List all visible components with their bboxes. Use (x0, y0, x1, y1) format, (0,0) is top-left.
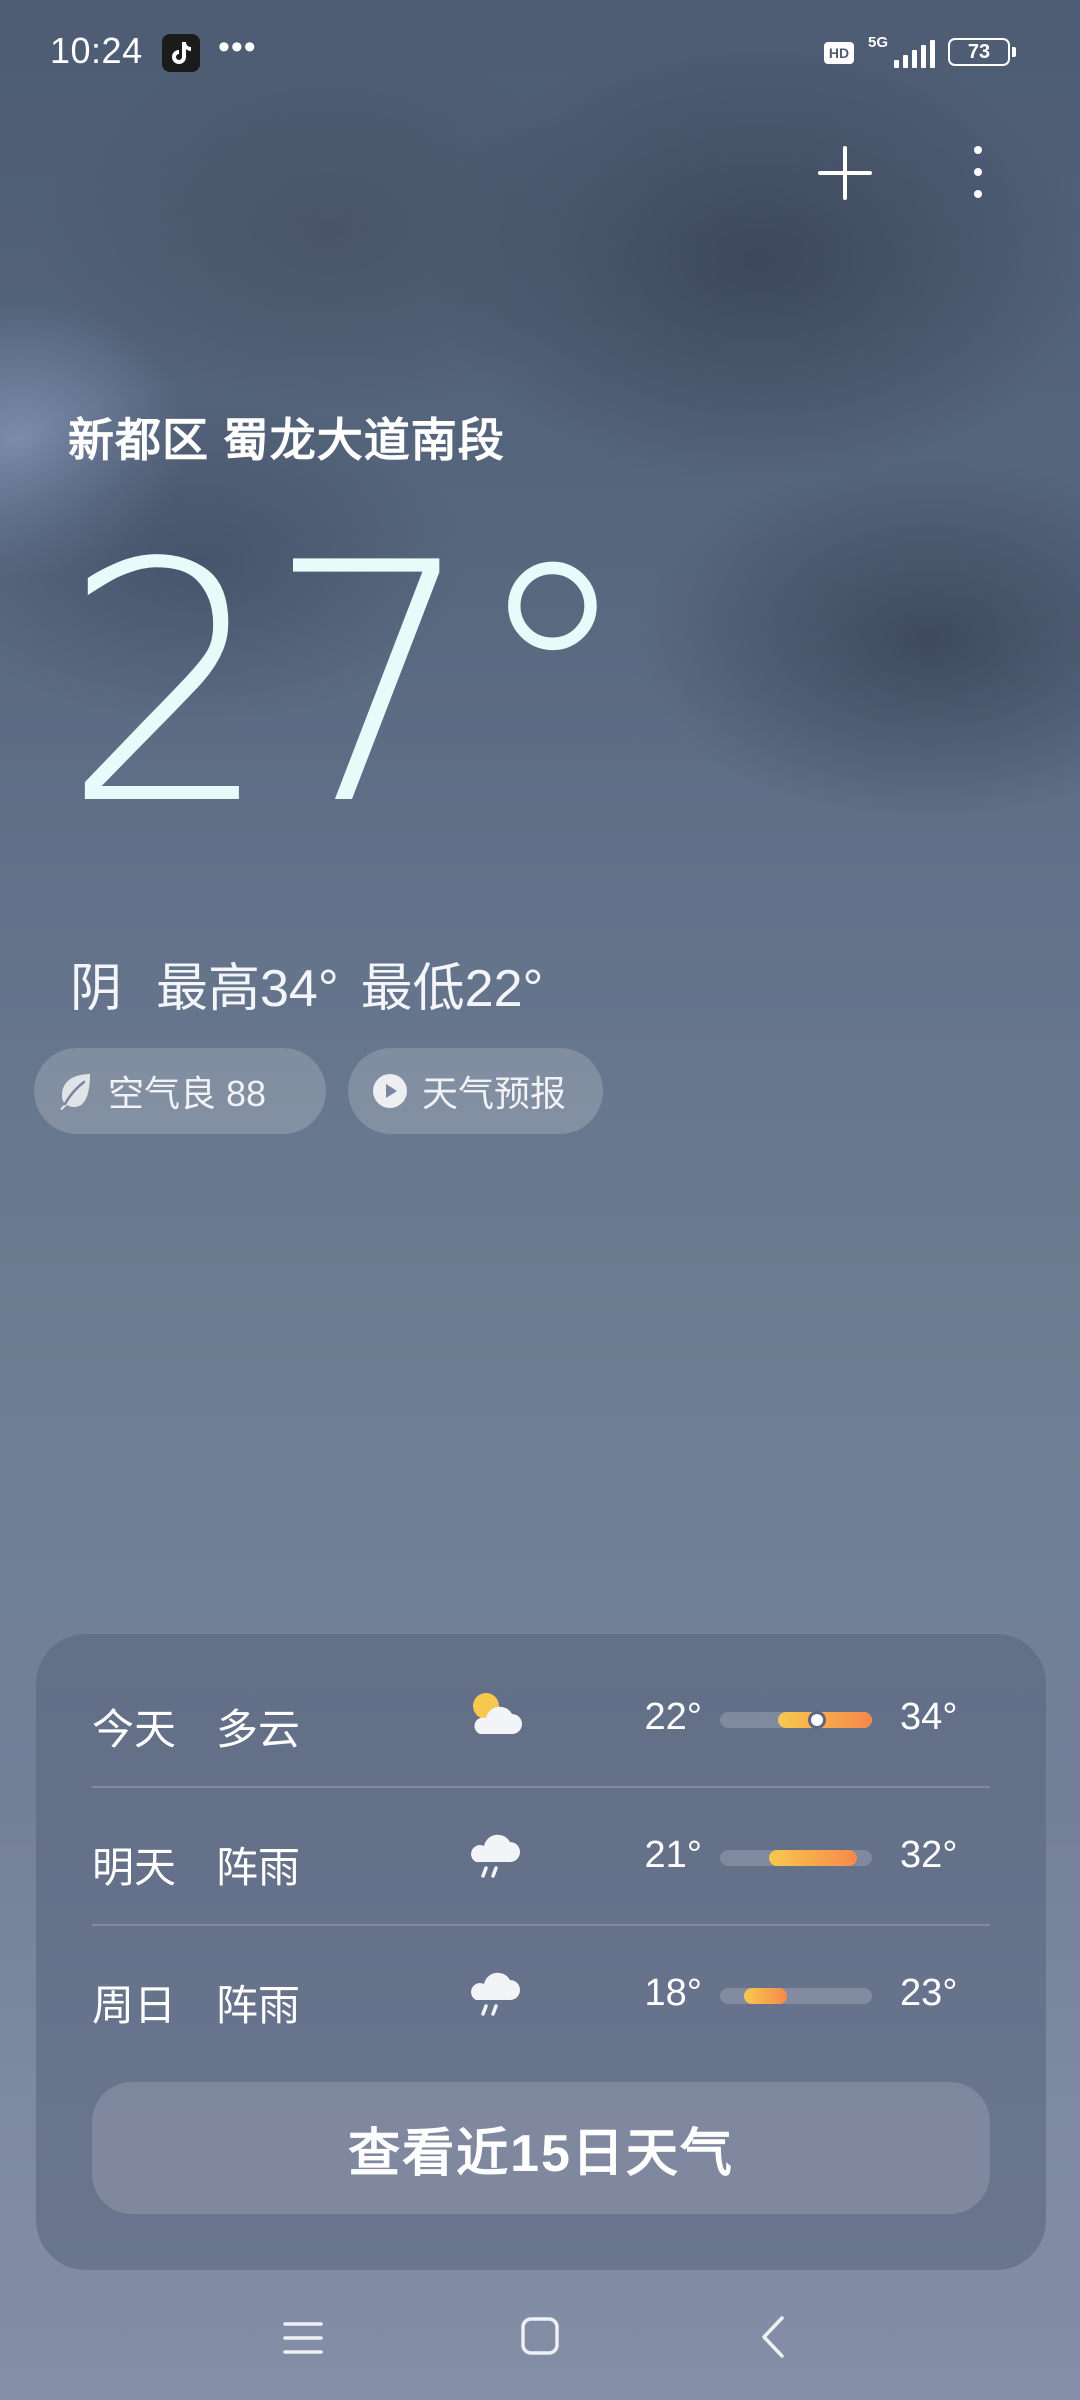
forecast-row-today[interactable]: 今天 多云 22° 34° (92, 1652, 990, 1788)
weather-forecast-label: 天气预报 (422, 1073, 567, 1114)
network-type-label: 5G (868, 34, 889, 51)
forecast-low: 22° (644, 1696, 702, 1738)
forecast-high: 32° (900, 1834, 958, 1876)
more-options-button[interactable] (960, 140, 996, 206)
shower-icon (471, 1834, 520, 1878)
battery-icon: 73 (948, 38, 1010, 66)
air-quality-label: 空气良 88 (108, 1073, 267, 1114)
temperature-range-bar (720, 1988, 872, 2004)
temperature-range-fill (744, 1988, 787, 2004)
forecast-high: 34° (900, 1696, 958, 1738)
weather-forecast-video-pill[interactable]: 天气预报 (348, 1048, 603, 1134)
forecast-condition: 阵雨 (216, 1844, 301, 1891)
air-quality-pill[interactable]: 空气良 88 (34, 1048, 326, 1134)
vertical-dots-icon (974, 146, 982, 198)
forecast-condition: 阵雨 (216, 1982, 301, 2029)
nav-back-button[interactable] (758, 2314, 788, 2360)
forecast-day: 周日 (92, 1982, 177, 2029)
forecast-day: 明天 (92, 1844, 177, 1891)
forecast-row-tomorrow[interactable]: 明天 阵雨 21° 32° (92, 1790, 990, 1926)
play-circle-icon (373, 1074, 407, 1108)
add-city-button[interactable] (812, 140, 878, 206)
current-condition-line: 阴最高34° 最低22° (70, 946, 543, 1021)
forecast-high: 23° (900, 1972, 958, 2014)
forecast-condition: 多云 (216, 1706, 301, 1753)
low-temperature: 最低22° (360, 960, 544, 1018)
plus-icon (818, 146, 872, 200)
row-divider (92, 1924, 990, 1926)
menu-lines-icon (283, 2322, 323, 2354)
chevron-left-icon (762, 2316, 784, 2358)
temperature-range-bar (720, 1850, 872, 1866)
condition-text: 阴 (70, 960, 123, 1018)
location-title[interactable]: 新都区 蜀龙大道南段 (68, 404, 505, 470)
current-temperature: 27° (62, 493, 635, 877)
forecast-day: 今天 (92, 1706, 177, 1753)
signal-strength-icon (894, 40, 935, 68)
view-15-day-forecast-button[interactable]: 查看近15日天气 (92, 2082, 990, 2214)
nav-recents-button[interactable] (282, 2318, 324, 2358)
shower-icon (471, 1972, 520, 2016)
square-home-icon (521, 2317, 559, 2355)
forecast-row-sunday[interactable]: 周日 阵雨 18° 23° (92, 1928, 990, 2064)
forecast-low: 21° (644, 1834, 702, 1876)
temperature-range-fill (768, 1850, 857, 1866)
status-time: 10:24 (50, 30, 143, 71)
leaf-icon (60, 1074, 90, 1110)
nav-home-button[interactable] (520, 2316, 560, 2356)
high-temperature: 最高34° (156, 960, 339, 1018)
partly-cloudy-icon (473, 1693, 522, 1734)
tiktok-notification-icon (162, 34, 200, 72)
forecast-low: 18° (644, 1972, 702, 2014)
temperature-range-bar (720, 1711, 872, 1729)
row-divider (92, 1786, 990, 1788)
hd-voice-icon: HD (824, 42, 854, 64)
battery-tip (1012, 47, 1016, 57)
more-notifications-icon: ••• (218, 28, 257, 66)
